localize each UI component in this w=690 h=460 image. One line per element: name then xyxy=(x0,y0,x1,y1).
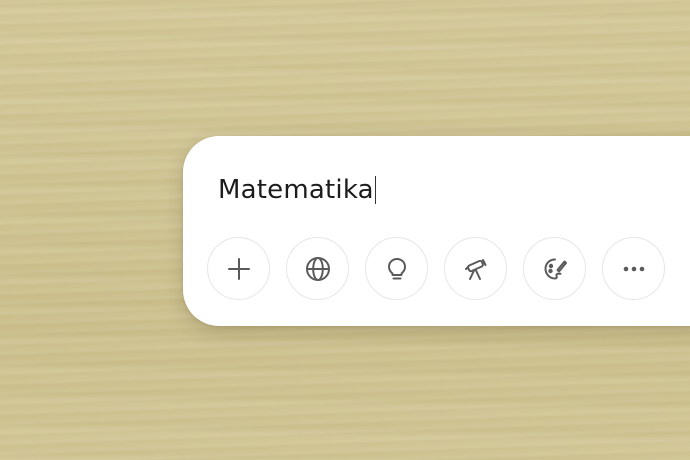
web-search-button[interactable] xyxy=(286,237,349,300)
composer-panel: Matematika xyxy=(183,136,690,326)
globe-icon xyxy=(305,256,330,281)
lightbulb-icon xyxy=(387,257,406,279)
telescope-icon xyxy=(464,258,486,280)
think-button[interactable] xyxy=(365,237,428,300)
palette-icon xyxy=(544,258,567,279)
add-button[interactable] xyxy=(207,237,270,300)
prompt-input[interactable]: Matematika xyxy=(218,170,377,210)
plus-icon xyxy=(227,257,250,280)
more-icon xyxy=(623,266,644,271)
prompt-input-value[interactable]: Matematika xyxy=(218,175,374,205)
more-button[interactable] xyxy=(602,237,665,300)
deep-research-button[interactable] xyxy=(444,237,507,300)
create-image-button[interactable] xyxy=(523,237,586,300)
text-caret xyxy=(374,176,377,204)
toolbar xyxy=(207,237,665,300)
